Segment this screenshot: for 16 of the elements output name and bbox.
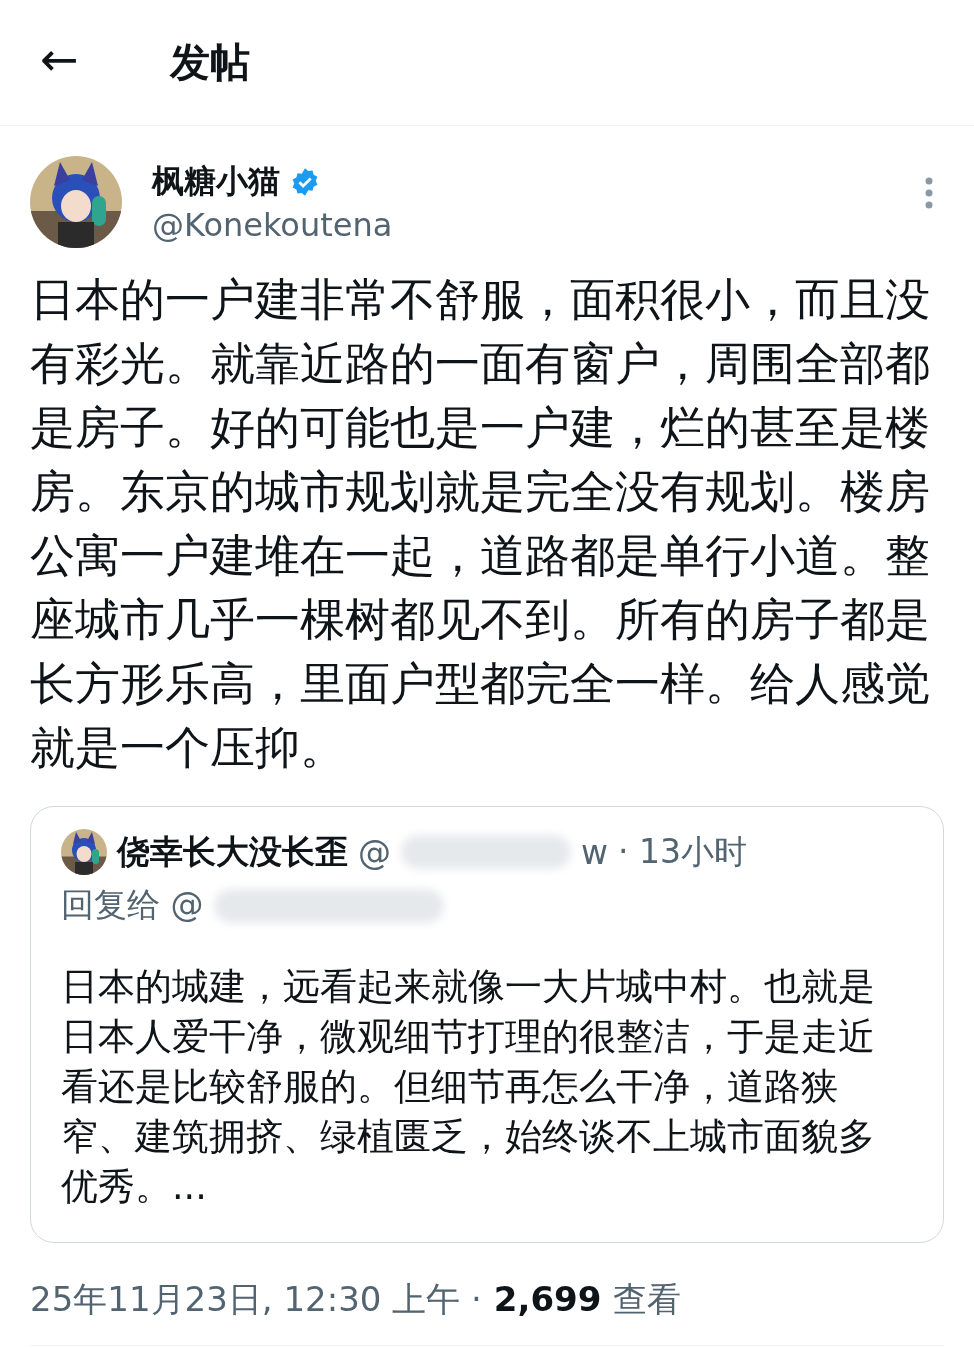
quoted-handle-start: @ xyxy=(358,832,391,872)
page-title: 发帖 xyxy=(170,38,250,87)
quoted-post-card[interactable]: 侥幸长大没长歪 @ w · 13小时 回复给 @ 日本的城建，远看起来就像一大片城中村。也就是日本人爱干净，微观细节打理的很整洁，于是走近看还是比较舒服的。但细节再怎么干净，道路狭窄、建筑拥挤、绿植匮乏，始终谈不上城市面貌多优秀。... xyxy=(30,806,944,1243)
reply-to-label: 回复给 @ xyxy=(61,884,204,926)
post-text: 日本的一户建非常不舒服，面积很小，而且没有彩光。就靠近路的一面有窗户，周围全部都是房子。好的可能也是一户建，烂的甚至是楼房。东京的城市规划就是完全没有规划。楼房公寓一户建堆在一起，道路都是单行小道。整座城市几乎一棵树都见不到。所有的房子都是长方形乐高，里面户型都完全一样。给人感觉就是一个压抑。 xyxy=(30,272,931,776)
back-button[interactable]: ← xyxy=(0,31,140,94)
view-count: 2,699 xyxy=(493,1279,602,1319)
views-label: 查看 xyxy=(613,1278,682,1321)
quoted-post-text: 日本的城建，远看起来就像一大片城中村。也就是日本人爱干净，微观细节打理的很整洁，于是走近看还是比较舒服的。但细节再怎么干净，道路狭窄、建筑拥挤、绿植匮乏，始终谈不上城市面貌多优秀。... xyxy=(61,964,876,1210)
author-name[interactable]: 枫糖小猫 xyxy=(152,160,280,204)
quoted-handle-end: w xyxy=(581,832,608,872)
quoted-author-name: 侥幸长大没长歪 xyxy=(117,830,348,873)
more-options-icon[interactable] xyxy=(924,176,934,210)
quoted-post-time: · 13小时 xyxy=(618,830,747,873)
author-handle: @Konekoutena xyxy=(152,206,394,244)
post-date: 25年11月23日, 12:30 上午 · xyxy=(30,1278,482,1321)
